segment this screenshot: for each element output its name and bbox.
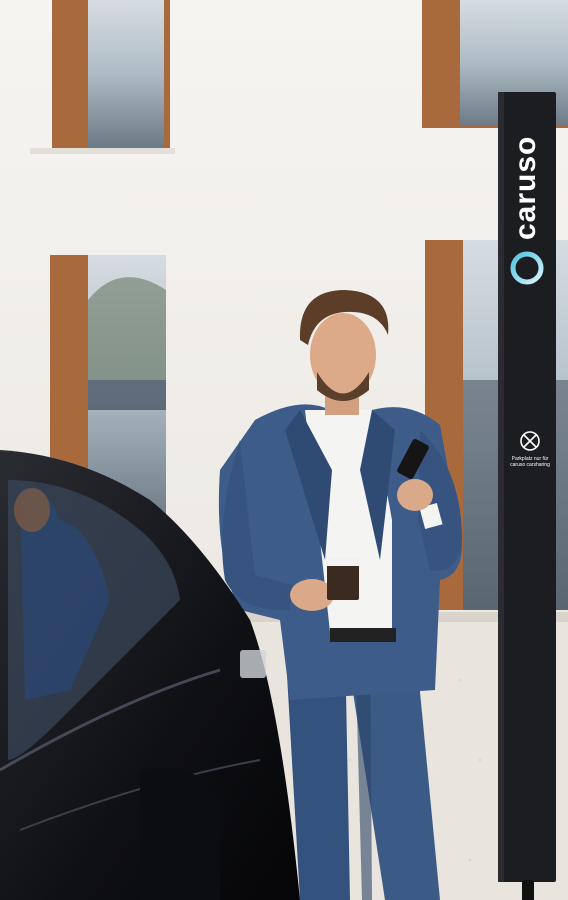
- pole-brand-text: caruso: [509, 135, 542, 240]
- photo-illustration: [0, 0, 568, 900]
- photo-scene: caruso Parkplatz nur für caruso carshari…: [0, 0, 568, 900]
- coffee-cup: [325, 558, 361, 600]
- pole-caption: Parkplatz nur für caruso carsharing: [510, 456, 550, 468]
- car-mirror-plate: [240, 650, 266, 678]
